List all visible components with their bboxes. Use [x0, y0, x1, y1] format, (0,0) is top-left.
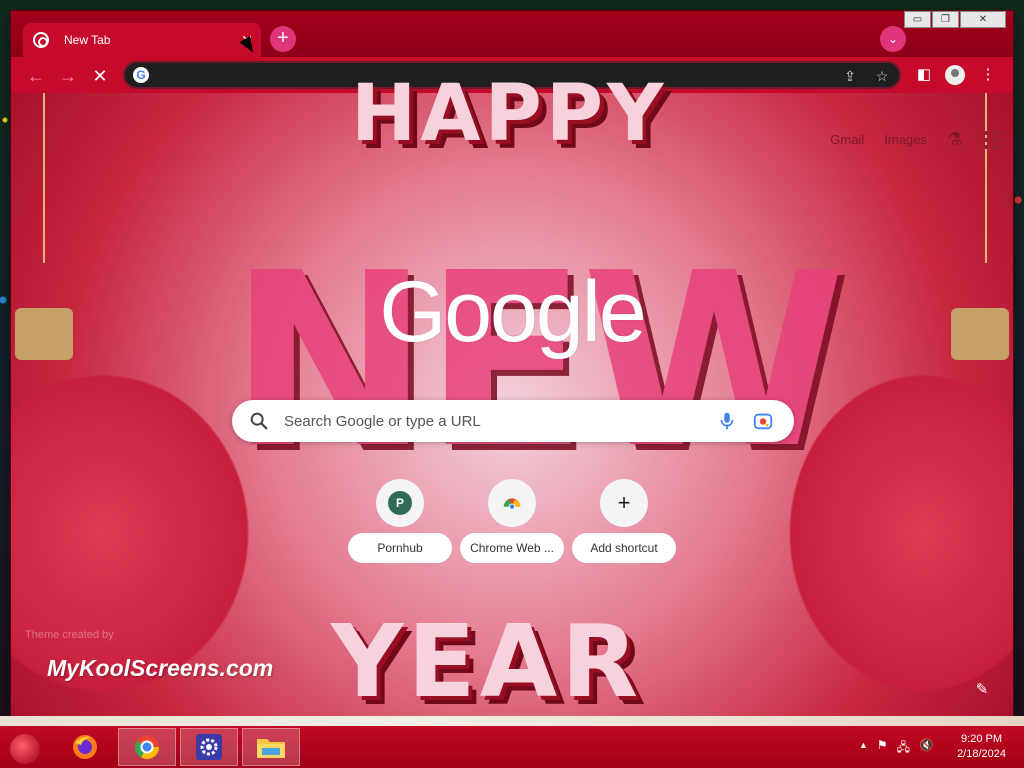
window-controls: ▭ ❐ ✕ [903, 11, 1006, 28]
apps-grid-icon[interactable] [983, 130, 1003, 150]
close-window-button[interactable]: ✕ [960, 11, 1006, 28]
ornament-string [43, 93, 45, 263]
new-tab-page: HAPPY NEW YEAR Gmail Images ⚗ Google Sea… [11, 69, 1013, 717]
letter-badge-icon: P [388, 491, 412, 515]
shortcuts-row: P Pornhub Chrome Web ... + Add shortcut [348, 475, 676, 565]
shortcut-label: Pornhub [348, 533, 452, 563]
gear-icon [196, 734, 222, 760]
chrome-newtab-icon [33, 32, 49, 48]
system-tray: ▲ ⚑ 🖧 🔇 [859, 738, 934, 759]
taskbar: ▲ ⚑ 🖧 🔇 9:20 PM 2/18/2024 [0, 726, 1024, 768]
theme-year-text: YEAR [331, 603, 643, 717]
show-hidden-icons-icon[interactable]: ▲ [859, 738, 868, 759]
taskbar-clock[interactable]: 9:20 PM 2/18/2024 [957, 732, 1006, 762]
maximize-button[interactable]: ❐ [932, 11, 959, 28]
tab-title: New Tab [64, 33, 111, 47]
theme-credit[interactable]: Theme created by [25, 629, 114, 641]
chrome-icon [134, 735, 159, 760]
gmail-link[interactable]: Gmail [830, 132, 864, 147]
start-button[interactable] [10, 734, 40, 764]
stop-loading-button[interactable]: ✕ [87, 63, 113, 89]
tab-strip: New Tab ✕ + ⌄ [11, 11, 1013, 57]
tab-search-button[interactable]: ⌄ [880, 26, 906, 52]
search-placeholder: Search Google or type a URL [284, 413, 481, 430]
clock-date: 2/18/2024 [957, 748, 1006, 760]
chrome-web-store-icon [503, 498, 521, 510]
minimize-button[interactable]: ▭ [904, 11, 931, 28]
network-icon[interactable]: 🖧 [897, 738, 910, 759]
images-link[interactable]: Images [884, 132, 927, 147]
new-tab-button[interactable]: + [270, 26, 296, 52]
taskbar-settings[interactable] [180, 728, 238, 766]
menu-icon[interactable]: ⋮ [976, 63, 1000, 87]
forward-button[interactable]: → [55, 63, 81, 89]
taskbar-file-explorer[interactable] [242, 728, 300, 766]
taskbar-firefox[interactable] [56, 728, 114, 766]
shortcut-tile[interactable]: Chrome Web ... [460, 475, 564, 565]
taskbar-chrome[interactable] [118, 728, 176, 766]
microphone-icon[interactable] [716, 410, 738, 432]
clock-time: 9:20 PM [961, 733, 1003, 745]
shortcut-label: Add shortcut [572, 533, 676, 563]
search-box[interactable]: Search Google or type a URL [232, 400, 794, 442]
share-icon[interactable]: ⇪ [839, 65, 861, 87]
plus-icon: + [617, 490, 631, 515]
search-icon [250, 412, 268, 430]
watermark-text: MyKoolScreens.com [47, 655, 274, 681]
action-center-flag-icon[interactable]: ⚑ [877, 738, 888, 759]
firefox-icon [73, 735, 97, 759]
customize-pencil-icon[interactable]: ✎ [971, 679, 993, 701]
desktop-strip [0, 716, 1024, 726]
shortcut-icon [488, 479, 536, 527]
browser-window: New Tab ✕ + ⌄ ← → ✕ G ⇪ ☆ ◧ ⋮ HAPPY NEW … [11, 11, 1013, 717]
shortcut-label: Chrome Web ... [460, 533, 564, 563]
shortcut-tile[interactable]: P Pornhub [348, 475, 452, 565]
google-icon: G [133, 67, 149, 83]
add-shortcut-button[interactable]: + Add shortcut [572, 475, 676, 565]
profile-avatar[interactable] [945, 65, 965, 85]
volume-muted-icon[interactable]: 🔇 [919, 738, 934, 759]
back-button[interactable]: ← [23, 63, 49, 89]
google-logo: Google [379, 264, 646, 360]
top-links: Gmail Images ⚗ [830, 129, 1003, 150]
google-lens-icon[interactable] [752, 410, 774, 432]
ornament-string [985, 93, 987, 263]
shortcut-icon: + [600, 479, 648, 527]
bookmark-star-icon[interactable]: ☆ [871, 65, 893, 87]
tab-new-tab[interactable]: New Tab ✕ [23, 23, 261, 57]
labs-flask-icon[interactable]: ⚗ [947, 129, 963, 150]
theme-happy-text: HAPPY [351, 69, 668, 159]
shortcut-icon: P [376, 479, 424, 527]
folder-icon [257, 739, 285, 758]
side-panel-icon[interactable]: ◧ [912, 63, 936, 87]
